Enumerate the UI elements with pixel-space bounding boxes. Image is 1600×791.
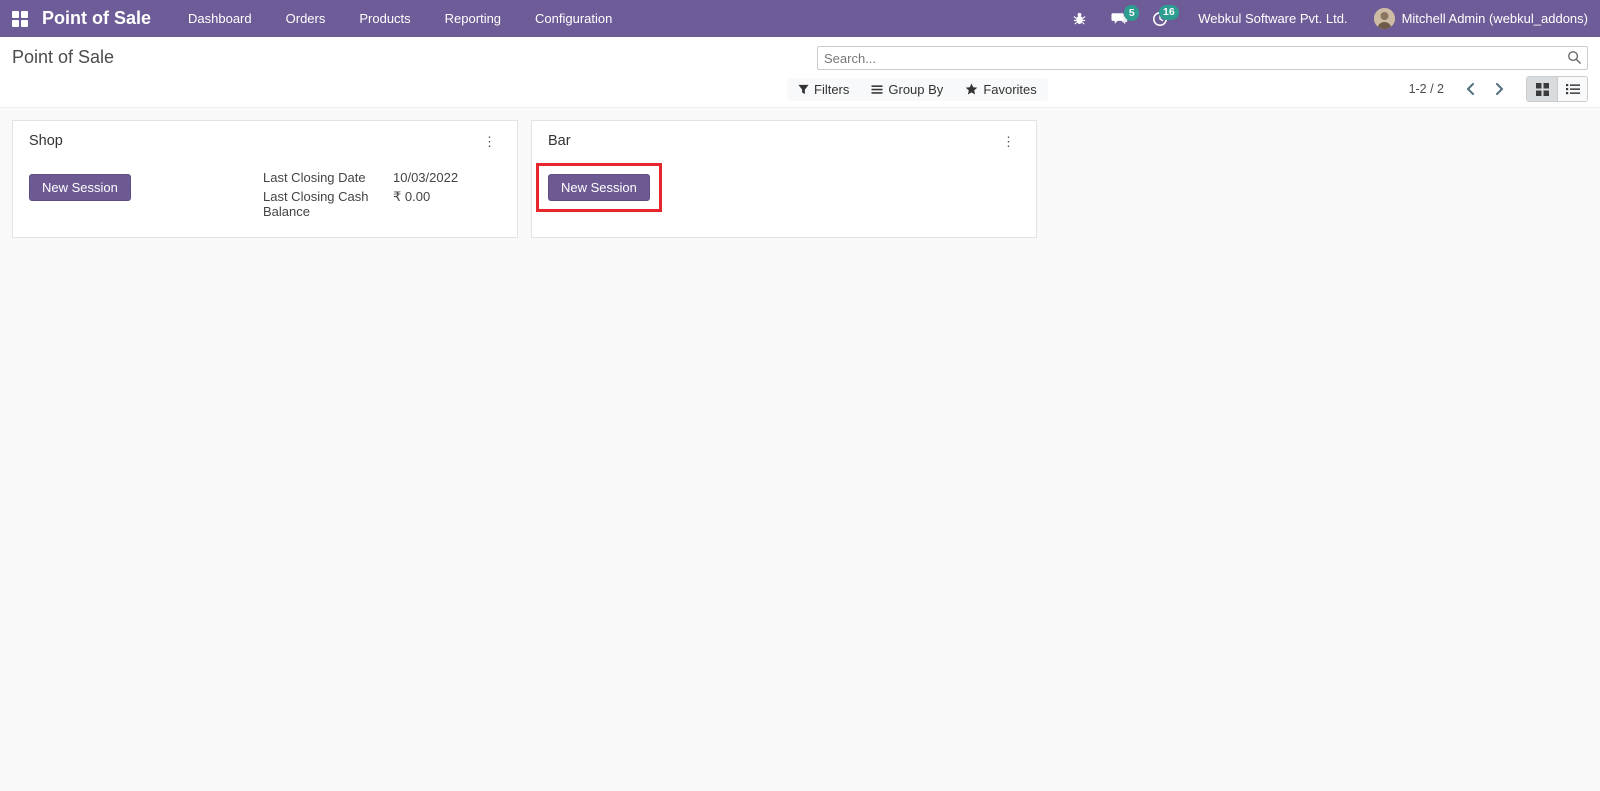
control-panel: Point of Sale Filters (0, 37, 1600, 107)
pager-previous-icon[interactable] (1458, 80, 1483, 98)
search-box (817, 46, 1588, 70)
star-icon (965, 83, 978, 95)
kanban-card-shop: Shop ⋮ New Session Last Closing Date 10/… (12, 120, 518, 238)
pager-counter: 1-2 / 2 (1408, 82, 1444, 96)
top-navbar: Point of Sale Dashboard Orders Products … (0, 0, 1600, 37)
company-switcher[interactable]: Webkul Software Pvt. Ltd. (1198, 11, 1347, 26)
messages-menu[interactable]: 5 (1103, 5, 1140, 30)
activities-badge: 16 (1158, 4, 1180, 20)
field-row-last-closing-cash-balance: Last Closing Cash Balance ₹ 0.00 (263, 189, 501, 223)
kanban-view-button[interactable] (1527, 77, 1557, 101)
funnel-icon (798, 84, 809, 94)
view-switcher (1526, 76, 1588, 102)
search-options: Filters Group By Favorites (787, 77, 1048, 101)
filters-button[interactable]: Filters (787, 78, 860, 101)
field-value: ₹ 0.00 (393, 188, 431, 204)
user-name: Mitchell Admin (webkul_addons) (1401, 11, 1588, 26)
card-title: Bar (548, 133, 571, 149)
kanban-view: Shop ⋮ New Session Last Closing Date 10/… (0, 107, 1600, 791)
field-value: 10/03/2022 (393, 170, 459, 185)
favorites-label: Favorites (983, 81, 1037, 97)
menu-products[interactable]: Products (342, 0, 427, 37)
new-session-button[interactable]: New Session (548, 174, 650, 201)
annotation-highlight-red-box: New Session (536, 163, 662, 212)
filters-label: Filters (814, 81, 850, 97)
messages-badge: 5 (1124, 5, 1140, 21)
group-by-button[interactable]: Group By (860, 78, 954, 101)
card-title: Shop (29, 133, 63, 149)
card-fields: Last Closing Date 10/03/2022 Last Closin… (263, 170, 501, 223)
debug-bug-icon[interactable] (1064, 7, 1095, 30)
main-menu: Dashboard Orders Products Reporting Conf… (171, 0, 629, 37)
card-kebab-menu-icon[interactable]: ⋮ (997, 133, 1020, 150)
systray: 5 16 Webkul Software Pvt. Ltd. Mitchell … (1064, 4, 1588, 31)
card-kebab-menu-icon[interactable]: ⋮ (478, 133, 501, 150)
pager: 1-2 / 2 (1409, 80, 1512, 98)
favorites-button[interactable]: Favorites (954, 78, 1047, 101)
pager-next-icon[interactable] (1487, 80, 1512, 98)
kanban-grid-icon (1535, 82, 1549, 96)
search-icon[interactable] (1567, 50, 1582, 65)
apps-menu-icon[interactable] (12, 10, 28, 27)
bug-icon (1073, 12, 1086, 25)
menu-orders[interactable]: Orders (269, 0, 343, 37)
new-session-button[interactable]: New Session (29, 174, 131, 201)
activities-menu[interactable]: 16 (1144, 4, 1180, 31)
search-input[interactable] (817, 46, 1588, 70)
bars-icon (871, 84, 883, 94)
field-label: Last Closing Cash Balance (263, 188, 369, 220)
menu-reporting[interactable]: Reporting (428, 0, 518, 37)
page-title: Point of Sale (12, 47, 115, 67)
group-by-label: Group By (888, 81, 944, 97)
app-title: Point of Sale (42, 8, 152, 28)
menu-dashboard[interactable]: Dashboard (171, 0, 269, 37)
menu-configuration[interactable]: Configuration (518, 0, 629, 37)
kanban-card-bar: Bar ⋮ New Session (531, 120, 1037, 238)
list-icon (1565, 84, 1580, 95)
field-label: Last Closing Date (263, 170, 366, 185)
avatar (1373, 8, 1395, 29)
user-menu[interactable]: Mitchell Admin (webkul_addons) (1373, 8, 1588, 29)
field-row-last-closing-date: Last Closing Date 10/03/2022 (263, 170, 501, 189)
list-view-button[interactable] (1557, 77, 1587, 101)
